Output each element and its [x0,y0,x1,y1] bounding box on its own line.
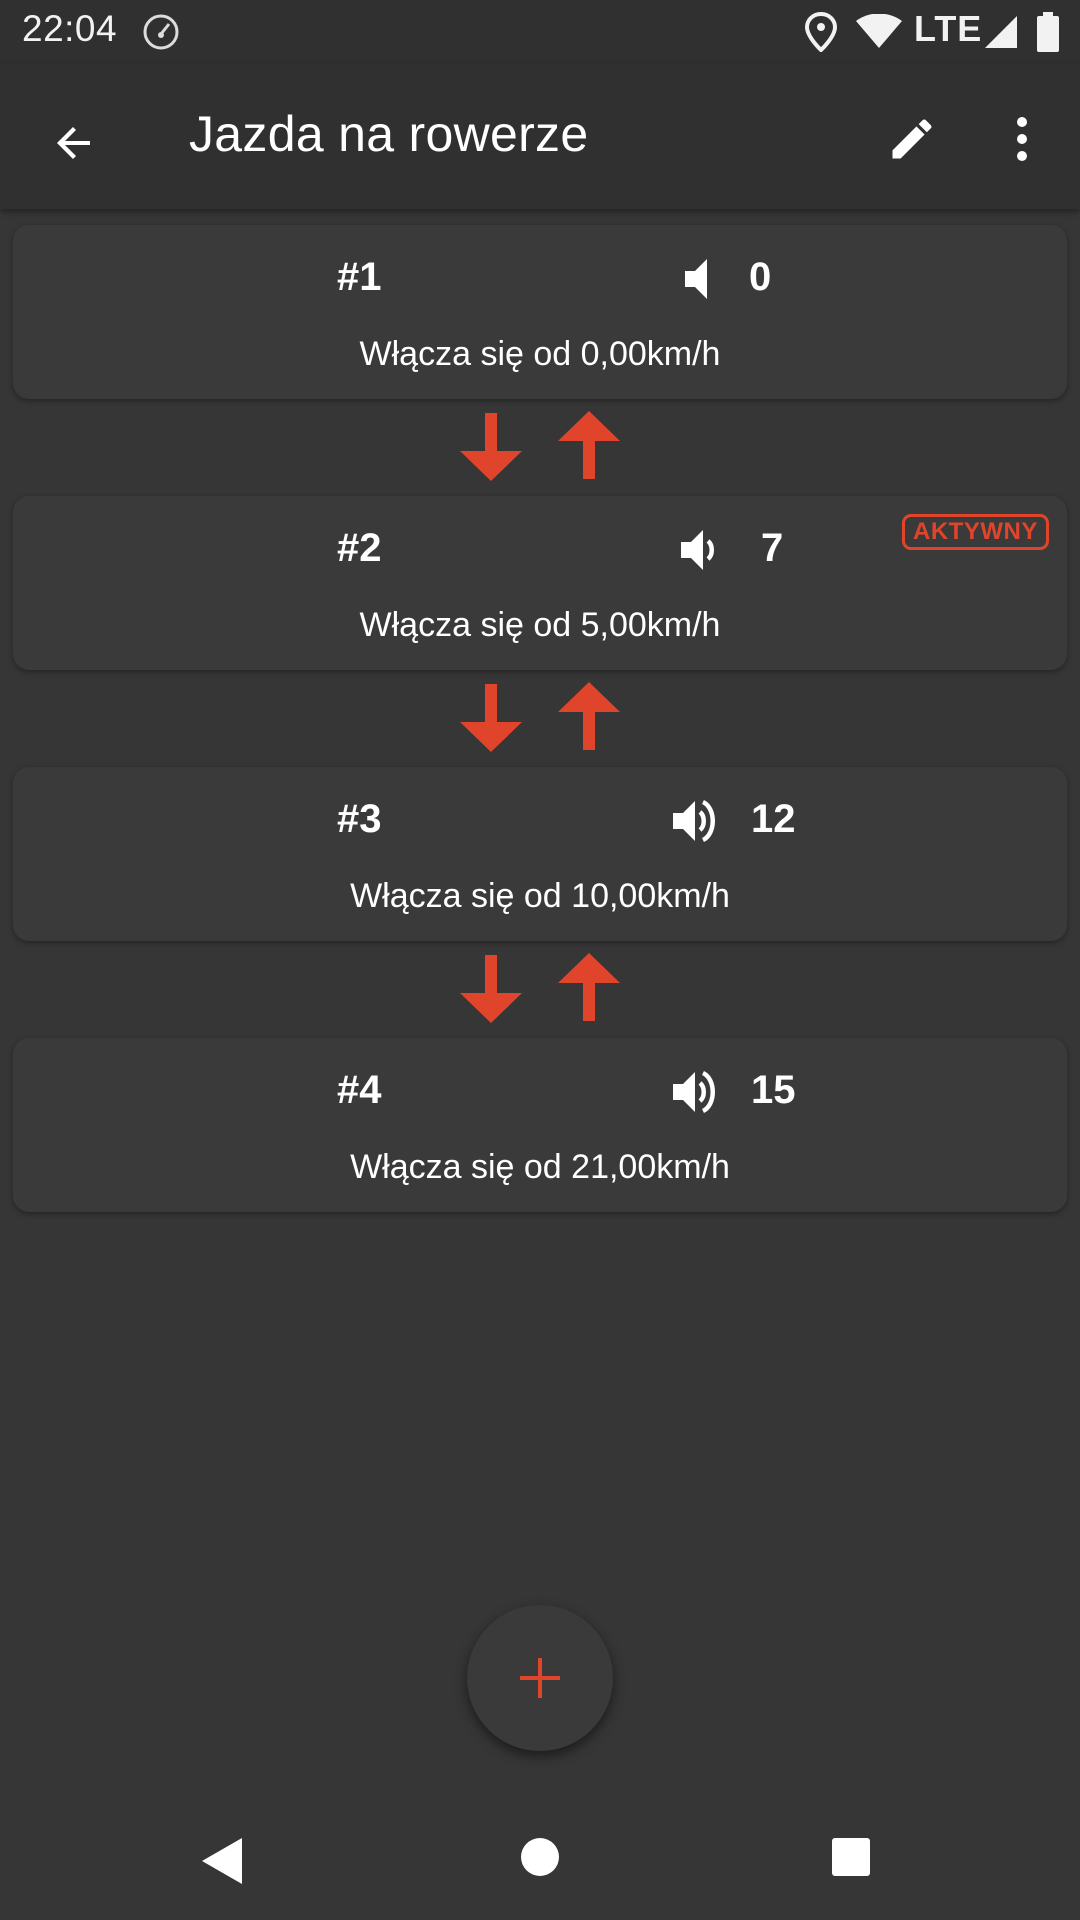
gear-description: Włącza się od 21,00km/h [350,1148,730,1186]
arrow-down-icon[interactable] [458,953,524,1023]
volume-low-icon [681,530,714,570]
add-gear-button[interactable] [467,1605,613,1751]
app-bar: Jazda na rowerze [0,63,1080,209]
nav-home-icon[interactable] [519,1836,561,1878]
arrow-back-icon [57,127,90,159]
battery-icon [1037,12,1059,52]
page-title: Jazda na rowerze [189,106,589,162]
status-time: 22:04 [22,8,118,49]
volume-high-icon [673,1070,715,1114]
gear-description: Włącza się od 10,00km/h [350,877,730,915]
gear-number: #4 [337,1068,382,1112]
gear-card-4[interactable]: #4 15 Włącza się od 21,00km/h [13,1038,1067,1212]
wifi-icon [856,14,902,48]
gear-card-2[interactable]: #2 7 AKTYWNY Włącza się od 5,00km/h [13,496,1067,670]
nav-recents-icon[interactable] [830,1836,872,1878]
volume-value: 7 [761,526,784,570]
gear-shift-arrows [458,682,624,754]
arrow-down-icon[interactable] [458,682,524,752]
gear-number: #1 [337,255,382,299]
volume-value: 0 [749,255,772,299]
plus-icon [520,1658,560,1698]
arrow-up-icon[interactable] [556,682,622,752]
nav-back-icon[interactable] [198,1836,248,1886]
active-badge: AKTYWNY [902,514,1049,550]
cell-signal-icon [985,16,1017,48]
gear-shift-arrows [458,411,624,483]
gear-card-1[interactable]: #1 0 Włącza się od 0,00km/h [13,225,1067,399]
gear-card-3[interactable]: #3 12 Włącza się od 10,00km/h [13,767,1067,941]
volume-value: 12 [751,797,796,841]
back-button[interactable] [38,107,110,179]
gear-number: #2 [337,526,382,570]
gear-shift-arrows [458,953,624,1025]
gear-description: Włącza się od 0,00km/h [359,335,721,373]
volume-value: 15 [751,1068,796,1112]
pencil-icon [892,119,932,159]
speedometer-icon [143,14,179,50]
volume-high-icon [673,799,715,843]
volume-mute-icon [685,259,707,299]
gear-number: #3 [337,797,382,841]
more-options-button[interactable] [986,103,1058,175]
more-vert-icon [1017,117,1027,161]
location-icon [804,12,838,52]
arrow-down-icon[interactable] [458,411,524,481]
status-bar: 22:04 LTE [0,0,1080,63]
system-nav-bar [0,1800,1080,1920]
network-type-label: LTE [914,8,983,49]
arrow-up-icon[interactable] [556,411,622,481]
arrow-up-icon[interactable] [556,953,622,1023]
gear-description: Włącza się od 5,00km/h [359,606,721,644]
edit-button[interactable] [876,103,948,175]
